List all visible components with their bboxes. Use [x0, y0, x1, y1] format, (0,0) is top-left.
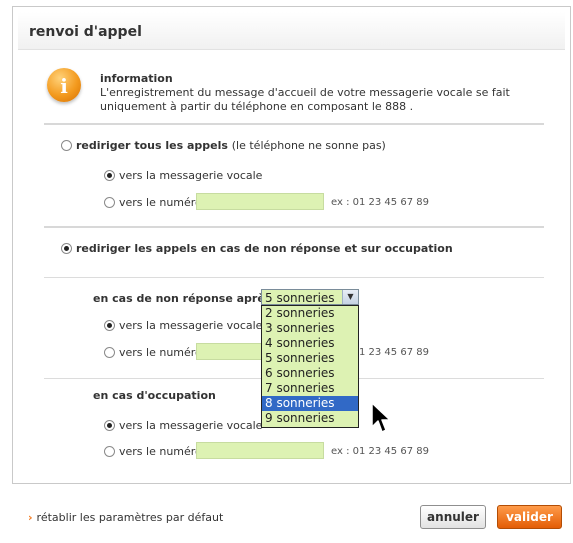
rings-option-highlighted[interactable]: 8 sonneries [262, 396, 358, 411]
radio-redirect-conditional[interactable] [61, 243, 72, 254]
info-title: information [100, 72, 173, 85]
redirect-conditional-label: rediriger les appels en cas de non répon… [76, 242, 453, 255]
info-icon: i [47, 68, 81, 102]
redirect-all-label: rediriger tous les appels (le téléphone … [76, 139, 386, 152]
divider [44, 226, 544, 228]
busy-voicemail-label: vers la messagerie vocale [119, 419, 263, 432]
radio-busy-voicemail[interactable] [104, 420, 115, 431]
reset-defaults-link[interactable]: › rétablir les paramètres par défaut [28, 511, 223, 524]
redirect-all-note: (le téléphone ne sonne pas) [231, 139, 386, 152]
rings-option[interactable]: 6 sonneries [262, 366, 358, 381]
mouse-cursor-icon [371, 402, 391, 433]
radio-redirect-all[interactable] [61, 140, 72, 151]
panel-header: renvoi d'appel [18, 12, 565, 50]
radio-noanswer-number[interactable] [104, 347, 115, 358]
panel-title: renvoi d'appel [29, 24, 142, 40]
rings-option[interactable]: 9 sonneries [262, 411, 358, 426]
rings-option[interactable]: 5 sonneries [262, 351, 358, 366]
all-number-example: ex : 01 23 45 67 89 [331, 197, 429, 208]
noanswer-number-label: vers le numéro [119, 346, 202, 359]
all-number-input[interactable] [196, 193, 324, 210]
busy-number-example: ex : 01 23 45 67 89 [331, 446, 429, 457]
arrow-right-icon: › [28, 511, 33, 524]
all-voicemail-label: vers la messagerie vocale [119, 169, 263, 182]
rings-select[interactable]: 5 sonneries ▼ [261, 289, 359, 305]
radio-noanswer-voicemail[interactable] [104, 320, 115, 331]
divider [44, 277, 544, 278]
submit-button[interactable]: valider [497, 505, 562, 529]
info-text: L'enregistrement du message d'accueil de… [100, 86, 510, 113]
busy-number-label: vers le numéro [119, 445, 202, 458]
reset-defaults-label: rétablir les paramètres par défaut [36, 511, 224, 524]
rings-option[interactable]: 4 sonneries [262, 336, 358, 351]
rings-select-value: 5 sonneries [265, 291, 335, 305]
radio-all-voicemail[interactable] [104, 170, 115, 181]
divider [44, 123, 544, 125]
radio-busy-number[interactable] [104, 446, 115, 457]
chevron-down-icon[interactable]: ▼ [342, 290, 358, 304]
noanswer-voicemail-label: vers la messagerie vocale [119, 319, 263, 332]
busy-number-input[interactable] [196, 442, 324, 459]
cancel-button[interactable]: annuler [420, 505, 486, 529]
radio-all-number[interactable] [104, 197, 115, 208]
no-answer-label: en cas de non réponse après [93, 292, 272, 305]
rings-option[interactable]: 7 sonneries [262, 381, 358, 396]
busy-label: en cas d'occupation [93, 389, 216, 402]
all-number-label: vers le numéro [119, 196, 202, 209]
rings-dropdown-list: 2 sonneries 3 sonneries 4 sonneries 5 so… [261, 305, 359, 428]
rings-option[interactable]: 3 sonneries [262, 321, 358, 336]
rings-option[interactable]: 2 sonneries [262, 306, 358, 321]
